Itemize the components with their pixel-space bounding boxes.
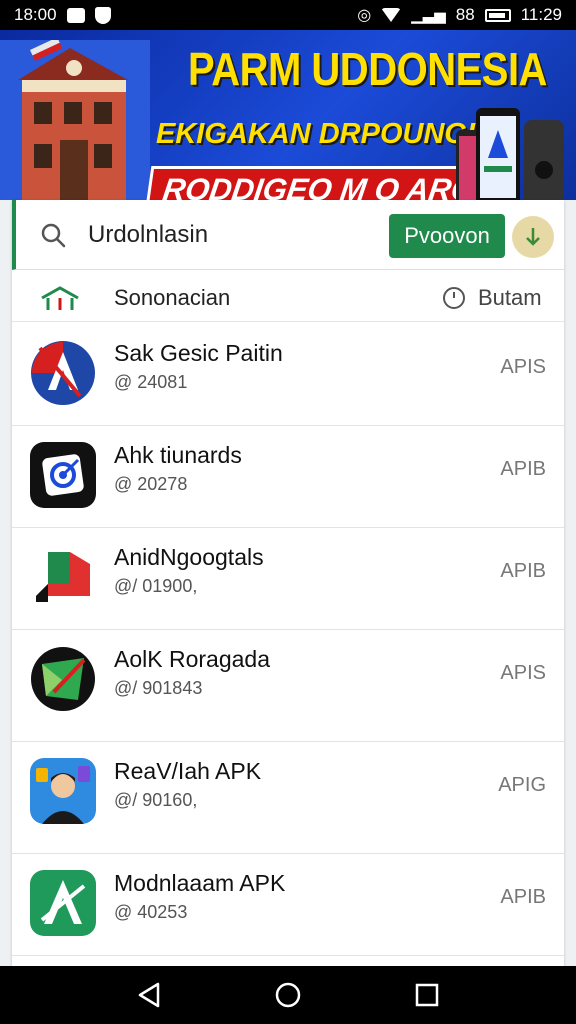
target-square-icon	[30, 442, 96, 508]
section-header: Sononacian Butam	[12, 276, 564, 322]
avatar-icon	[30, 758, 96, 824]
app-name: AolK Roragada	[114, 646, 270, 672]
promo-banner[interactable]: PARM UDDONESIA EKIGAKAN DRPOUNGIN RODDIG…	[0, 30, 576, 200]
banner-tagline: RODDIGEO M O ARG!	[160, 172, 489, 200]
list-item[interactable]: AnidNgoogtals @/ 01900, APIB	[12, 528, 564, 630]
back-button[interactable]	[129, 975, 169, 1015]
home-circle-icon	[275, 982, 301, 1008]
banner-subtitle: EKIGAKAN DRPOUNGIN	[156, 118, 496, 150]
house-illustration-icon	[0, 40, 150, 200]
app-name: AnidNgoogtals	[114, 544, 264, 570]
crossed-a-icon	[30, 870, 96, 936]
search-input[interactable]	[88, 218, 368, 252]
status-left: 18:00	[14, 5, 111, 25]
app-name: Ahk tiunards	[114, 442, 242, 468]
signal-text: 88	[455, 5, 475, 24]
status-bar: 18:00 ◎ ▁▃▅ 88 11:29	[0, 0, 576, 30]
move-button[interactable]: Pvoovon	[389, 214, 505, 258]
app-type: APIB	[500, 458, 546, 480]
section-label: Sononacian	[114, 285, 231, 310]
app-meta: @/ 90160,	[114, 790, 198, 810]
app-type: APIS	[500, 662, 546, 684]
arrow-a-icon	[31, 341, 95, 405]
shield-icon	[94, 6, 111, 24]
home-button[interactable]	[268, 975, 308, 1015]
alarm-icon: ◎	[357, 7, 372, 24]
wifi-icon	[381, 8, 402, 22]
phones-illustration-icon	[456, 108, 564, 200]
app-meta: @ 40253	[114, 902, 188, 922]
app-type: APIB	[500, 560, 546, 582]
back-icon	[139, 982, 160, 1008]
green-map-icon	[31, 647, 95, 711]
app-type: APIS	[500, 356, 546, 378]
download-button[interactable]	[512, 216, 554, 258]
search-bar: Pvoovon	[12, 200, 564, 270]
signal-icon: ▁▃▅	[411, 7, 446, 24]
app-name: Modnlaaam APK	[114, 870, 286, 896]
recents-button[interactable]	[407, 975, 447, 1015]
list-item[interactable]: Modnlaaam APK @ 40253 APIB	[12, 854, 564, 956]
list-item[interactable]: Sak Gesic Paitin @ 24081 APIS	[12, 324, 564, 426]
status-time-left: 18:00	[14, 5, 57, 24]
recents-icon	[415, 983, 438, 1007]
list-item[interactable]: Ahk tiunards @ 20278 APIB	[12, 426, 564, 528]
app-name: Sak Gesic Paitin	[114, 340, 283, 366]
status-right: ◎ ▁▃▅ 88 11:29	[357, 5, 562, 25]
list-item[interactable]: AolK Roragada @/ 901843 APIS	[12, 630, 564, 742]
status-time-right: 11:29	[520, 5, 562, 24]
battery-icon	[484, 8, 511, 22]
clock-icon[interactable]	[442, 286, 466, 310]
sort-label[interactable]: Butam	[478, 285, 542, 311]
list-item[interactable]: ReaV/Iah APK @/ 90160, APIG	[12, 742, 564, 854]
app-type: APIG	[498, 774, 546, 796]
app-meta: @/ 01900,	[114, 576, 198, 596]
banner-title: PARM UDDONESIA	[188, 44, 547, 96]
app-name: ReaV/Iah APK	[114, 758, 262, 784]
download-icon	[526, 228, 540, 246]
search-icon[interactable]	[40, 222, 66, 248]
app-list-card: Pvoovon Sononacian Butam	[12, 200, 564, 970]
message-icon	[66, 7, 85, 23]
navigation-bar	[0, 966, 576, 1024]
home-icon	[41, 286, 79, 310]
red-green-l-icon	[30, 544, 96, 610]
app-meta: @/ 901843	[114, 678, 203, 698]
app-list: Sak Gesic Paitin @ 24081 APIS Ahk tiunar…	[12, 324, 564, 956]
app-meta: @ 24081	[114, 372, 188, 392]
app-type: APIB	[500, 886, 546, 908]
app-meta: @ 20278	[114, 474, 188, 494]
